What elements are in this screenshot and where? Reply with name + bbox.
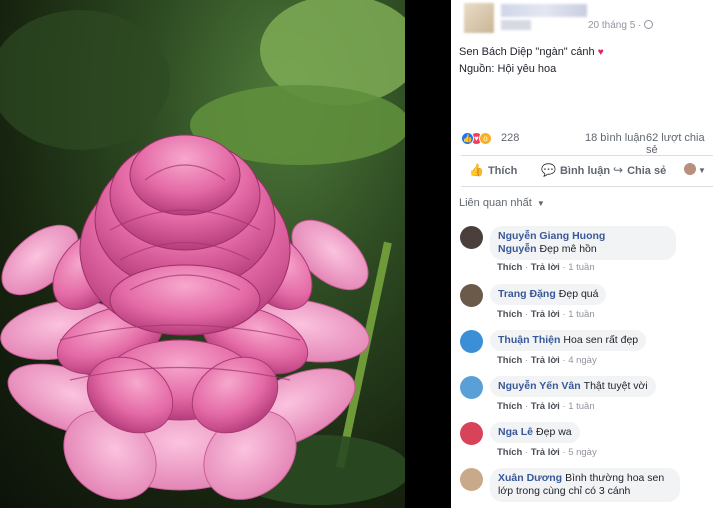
comment-meta: Thích · Trả lời · 1 tuần	[497, 262, 595, 273]
avatar[interactable]	[460, 468, 483, 491]
author-sub-blurred	[501, 20, 531, 30]
comment-like-link[interactable]: Thích	[497, 262, 522, 273]
action-bar: 👍 Thích 💬 Bình luận ↪ Chia sẻ ▼	[461, 161, 713, 181]
comment-reply-link[interactable]: Trả lời	[531, 309, 560, 320]
comment-time[interactable]: 1 tuần	[568, 262, 594, 273]
share-label: Chia sẻ	[627, 165, 667, 177]
comment-bubble: Nga Lê Đẹp wa	[490, 422, 580, 443]
avatar[interactable]	[460, 376, 483, 399]
comment-meta: Thích · Trả lời · 4 ngày	[497, 355, 597, 366]
like-button[interactable]: 👍 Thích	[469, 163, 517, 177]
comment-button[interactable]: 💬 Bình luận	[541, 163, 610, 177]
post-caption: Sen Bách Diệp "ngàn" cánh ♥ Nguồn: Hội y…	[459, 44, 604, 77]
comment-item: Thuận Thiện Hoa sen rất đẹp Thích · Trả l…	[460, 330, 718, 370]
like-icon: 👍	[461, 132, 474, 145]
comment-like-link[interactable]: Thích	[497, 401, 522, 412]
share-button[interactable]: ↪ Chia sẻ	[613, 163, 666, 177]
share-icon: ↪	[613, 163, 624, 177]
comment-like-link[interactable]: Thích	[497, 355, 522, 366]
comment-text: Thật tuyệt vời	[583, 380, 648, 392]
comment-time[interactable]: 5 ngày	[568, 447, 597, 458]
comment-item: Nga Lê Đẹp wa Thích · Trả lời · 5 ngày	[460, 422, 718, 462]
commenter-name[interactable]: Trang Đặng	[498, 288, 556, 300]
post-panel: 20 tháng 5 · Sen Bách Diệp "ngàn" cánh ♥…	[451, 0, 720, 508]
avatar[interactable]	[460, 284, 483, 307]
post-timestamp[interactable]: 20 tháng 5 ·	[588, 20, 654, 31]
comment-bubble: Trang Đặng Đẹp quá	[490, 284, 607, 305]
comment-label: Bình luận	[559, 165, 611, 177]
post-time-text: 20 tháng 5 ·	[588, 20, 642, 31]
caption-line-1: Sen Bách Diệp "ngàn" cánh	[459, 46, 595, 58]
comment-text: Đẹp quá	[558, 288, 599, 300]
reaction-bar: ♥ o 👍 228 18 bình luận 62 lượt chia sẻ	[461, 131, 713, 156]
divider	[461, 155, 713, 156]
commenter-name[interactable]: Xuân Dương	[498, 472, 562, 484]
comment-time[interactable]: 1 tuần	[568, 401, 594, 412]
comment-meta: Thích · Trả lời · 1 tuần	[497, 309, 595, 320]
post-header: 20 tháng 5 ·	[464, 3, 714, 33]
comment-text: Đẹp wa	[536, 426, 572, 438]
divider	[461, 186, 713, 187]
commenter-name[interactable]: Nguyễn Yến Vân	[498, 380, 581, 392]
comment-count[interactable]: 18 bình luận	[585, 132, 646, 144]
author-avatar[interactable]	[464, 3, 494, 33]
globe-icon	[644, 20, 654, 29]
comment-time[interactable]: 4 ngày	[568, 355, 597, 366]
comment-bubble: Thuận Thiện Hoa sen rất đẹp	[490, 330, 647, 351]
comment-meta: Thích · Trả lời · 1 tuần	[497, 401, 595, 412]
comment-item: Xuân Dương Bình thường hoa sen lớp trong …	[460, 468, 718, 508]
commenter-name[interactable]: Thuận Thiện	[498, 334, 560, 346]
wow-icon: o	[479, 132, 492, 145]
like-label: Thích	[487, 165, 518, 177]
share-count[interactable]: 62 lượt chia sẻ	[646, 132, 713, 156]
comment-meta: Thích · Trả lời · 5 ngày	[497, 447, 597, 458]
comment-bubble: Nguyễn Yến Vân Thật tuyệt vời	[490, 376, 656, 397]
comment-time[interactable]: 1 tuần	[568, 309, 594, 320]
sort-label: Liên quan nhất	[459, 197, 532, 209]
commenter-name[interactable]: Nga Lê	[498, 426, 533, 438]
comment-reply-link[interactable]: Trả lời	[531, 447, 560, 458]
comment-like-link[interactable]: Thích	[497, 447, 522, 458]
comment-item: Nguyễn Giang Huong Nguyễn Đẹp mê hồn Thíc…	[460, 226, 718, 273]
avatar	[684, 163, 696, 175]
comment-bubble: Nguyễn Giang Huong Nguyễn Đẹp mê hồn	[490, 226, 676, 260]
lotus-photo[interactable]	[0, 0, 405, 508]
thumbs-up-icon: 👍	[469, 163, 484, 177]
avatar[interactable]	[460, 422, 483, 445]
comment-text: Hoa sen rất đẹp	[563, 334, 639, 346]
comment-reply-link[interactable]: Trả lời	[531, 401, 560, 412]
comment-item: Trang Đặng Đẹp quá Thích · Trả lời · 1 tu…	[460, 284, 718, 324]
comment-text: Đẹp mê hồn	[539, 243, 597, 255]
comment-sort-dropdown[interactable]: Liên quan nhất ▼	[459, 197, 545, 209]
heart-icon: ♥	[597, 47, 604, 58]
comment-like-link[interactable]: Thích	[497, 309, 522, 320]
lotus-illustration	[0, 0, 405, 505]
author-name-blurred[interactable]	[501, 4, 587, 17]
caption-line-2: Nguồn: Hội yêu hoa	[459, 63, 557, 75]
comment-reply-link[interactable]: Trả lời	[531, 355, 560, 366]
comment-reply-link[interactable]: Trả lời	[531, 262, 560, 273]
comment-icon: 💬	[541, 163, 556, 177]
reaction-count[interactable]: 228	[501, 132, 519, 144]
comment-item: Nguyễn Yến Vân Thật tuyệt vời Thích · Trả…	[460, 376, 718, 416]
chevron-down-icon: ▼	[698, 166, 706, 175]
avatar[interactable]	[460, 226, 483, 249]
screenshot-frame: 20 tháng 5 · Sen Bách Diệp "ngàn" cánh ♥…	[0, 0, 720, 508]
audience-selector[interactable]: ▼	[684, 163, 706, 176]
chevron-down-icon: ▼	[536, 199, 545, 208]
comment-bubble: Xuân Dương Bình thường hoa sen lớp trong …	[490, 468, 680, 502]
avatar[interactable]	[460, 330, 483, 353]
